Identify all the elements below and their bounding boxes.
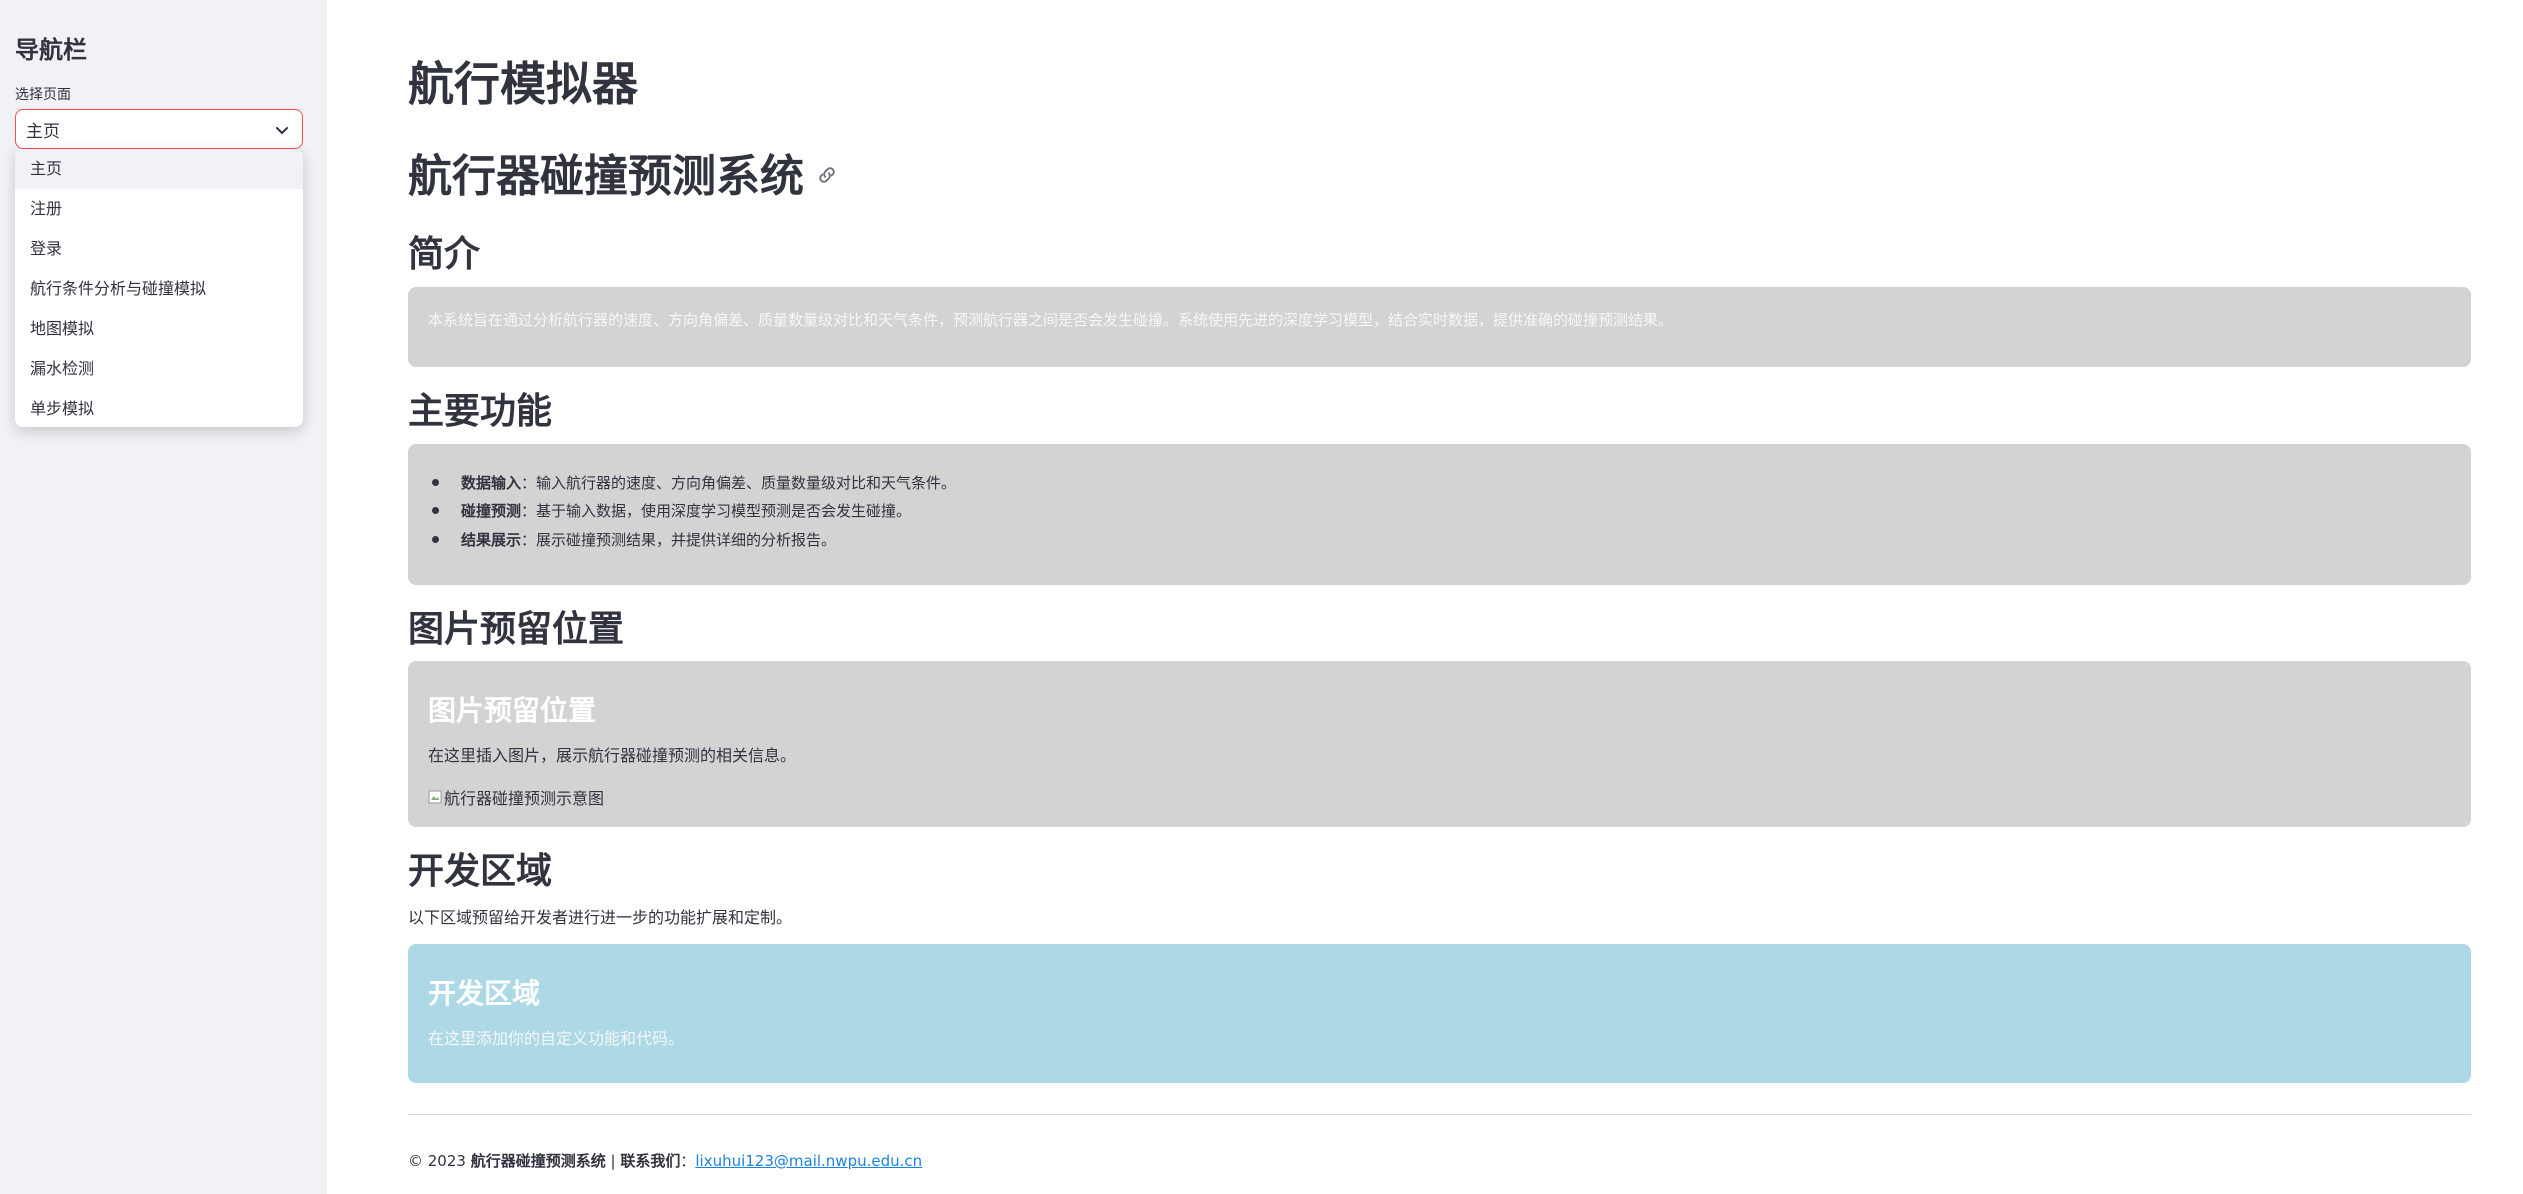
list-item: 数据输入 ：输入航行器的速度、方向角偏差、质量数量级对比和天气条件。 xyxy=(428,468,956,497)
feature-text: ：输入航行器的速度、方向角偏差、质量数量级对比和天气条件。 xyxy=(521,473,957,492)
footer-copyright: © 2023 xyxy=(408,1152,471,1170)
intro-panel: 本系统旨在通过分析航行器的速度、方向角偏差、质量数量级对比和天气条件，预测航行器… xyxy=(408,287,2471,367)
intro-text: 本系统旨在通过分析航行器的速度、方向角偏差、质量数量级对比和天气条件，预测航行器… xyxy=(428,311,1674,329)
chevron-down-icon xyxy=(276,127,288,134)
broken-image-icon xyxy=(428,790,442,804)
image-section-heading: 图片预留位置 xyxy=(408,609,625,650)
image-alt-text: 航行器碰撞预测示意图 xyxy=(444,789,605,808)
page-select[interactable]: 主页 xyxy=(15,109,303,149)
feature-text: ：基于输入数据，使用深度学习模型预测是否会发生碰撞。 xyxy=(521,502,912,521)
footer-divider xyxy=(408,1114,2471,1115)
select-label: 选择页面 xyxy=(15,87,71,103)
image-panel: 图片预留位置 在这里插入图片，展示航行器碰撞预测的相关信息。 航行器碰撞预测示意… xyxy=(408,661,2471,827)
option-map-simulation[interactable]: 地图模拟 xyxy=(15,309,303,349)
feature-label: 结果展示 xyxy=(461,530,522,549)
bullet-icon xyxy=(432,535,439,543)
option-home[interactable]: 主页 xyxy=(15,149,303,189)
sidebar-title: 导航栏 xyxy=(15,36,87,64)
sidebar: 导航栏 选择页面 主页 主页 注册 登录 航行条件分析与碰撞模拟 地图模拟 漏水… xyxy=(0,0,327,1194)
option-leak-detection[interactable]: 漏水检测 xyxy=(15,349,303,389)
page-select-value: 主页 xyxy=(26,121,60,142)
image-panel-text: 在这里插入图片，展示航行器碰撞预测的相关信息。 xyxy=(428,746,797,765)
footer-email-link[interactable]: lixuhui123@mail.nwpu.edu.cn xyxy=(695,1152,922,1170)
footer-contact-label: 联系我们 xyxy=(620,1152,681,1170)
feature-list: 数据输入 ：输入航行器的速度、方向角偏差、质量数量级对比和天气条件。 碰撞预测 … xyxy=(428,468,956,554)
list-item: 结果展示 ：展示碰撞预测结果，并提供详细的分析报告。 xyxy=(428,525,956,554)
feature-text: ：展示碰撞预测结果，并提供详细的分析报告。 xyxy=(521,530,837,549)
footer-colon: ： xyxy=(680,1152,696,1170)
dev-section-intro: 以下区域预留给开发者进行进一步的功能扩展和定制。 xyxy=(408,908,793,927)
dev-panel-text: 在这里添加你的自定义功能和代码。 xyxy=(428,1029,685,1048)
dev-panel-title: 开发区域 xyxy=(428,977,541,1010)
image-panel-title: 图片预留位置 xyxy=(428,694,597,727)
footer-separator: | xyxy=(605,1152,621,1170)
dev-section-heading: 开发区域 xyxy=(408,851,553,892)
option-analysis-simulation[interactable]: 航行条件分析与碰撞模拟 xyxy=(15,269,303,309)
option-register[interactable]: 注册 xyxy=(15,189,303,229)
page-subtitle: 航行器碰撞预测系统 xyxy=(408,140,838,204)
footer: © 2023 航行器碰撞预测系统 | 联系我们：lixuhui123@mail.… xyxy=(408,1150,922,1171)
bullet-icon xyxy=(432,478,439,486)
dev-panel: 开发区域 在这里添加你的自定义功能和代码。 xyxy=(408,944,2471,1083)
bullet-icon xyxy=(432,507,439,515)
footer-system-name: 航行器碰撞预测系统 xyxy=(470,1152,606,1170)
features-heading: 主要功能 xyxy=(408,391,553,432)
list-item: 碰撞预测 ：基于输入数据，使用深度学习模型预测是否会发生碰撞。 xyxy=(428,497,956,526)
collision-diagram-image: 航行器碰撞预测示意图 xyxy=(428,785,604,809)
feature-label: 数据输入 xyxy=(461,473,522,492)
page-subtitle-text: 航行器碰撞预测系统 xyxy=(408,151,804,202)
option-step-simulation[interactable]: 单步模拟 xyxy=(15,389,303,427)
features-panel: 数据输入 ：输入航行器的速度、方向角偏差、质量数量级对比和天气条件。 碰撞预测 … xyxy=(408,444,2471,585)
page-select-dropdown: 主页 注册 登录 航行条件分析与碰撞模拟 地图模拟 漏水检测 单步模拟 xyxy=(15,149,303,427)
page-title: 航行模拟器 xyxy=(408,57,638,111)
option-login[interactable]: 登录 xyxy=(15,229,303,269)
intro-heading: 简介 xyxy=(408,234,481,275)
link-icon[interactable] xyxy=(816,164,838,186)
feature-label: 碰撞预测 xyxy=(461,502,522,521)
